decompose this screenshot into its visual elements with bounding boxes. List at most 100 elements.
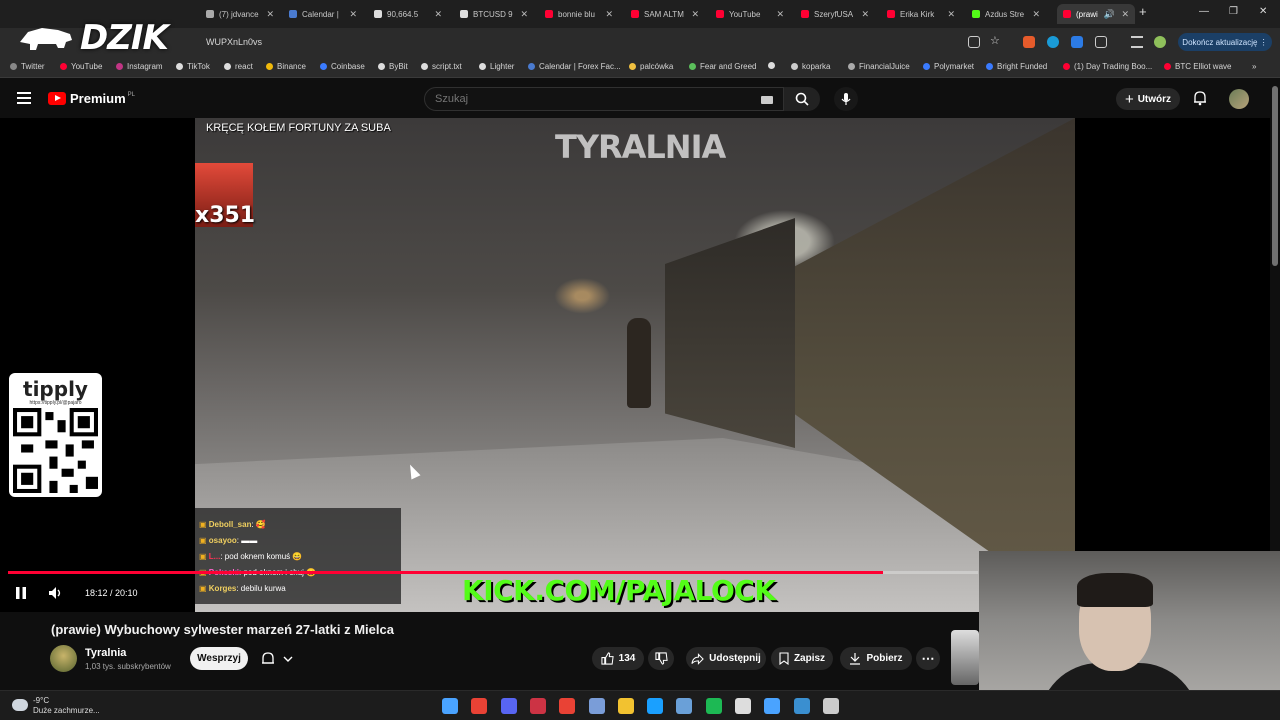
taskbar-app-icon[interactable] — [735, 698, 751, 714]
update-button[interactable]: Dokończ aktualizację ⋮ — [1178, 33, 1272, 51]
like-button[interactable]: 134 — [592, 647, 644, 670]
browser-tab[interactable]: Azdus Stre ✕ — [966, 4, 1046, 24]
windows-start-icon[interactable] — [442, 698, 458, 714]
bookmark-item[interactable]: ByBit — [378, 62, 408, 71]
bookmark-item[interactable]: Calendar | Forex Fac... — [528, 62, 621, 71]
save-button[interactable]: Zapisz — [771, 647, 833, 670]
bookmark-item[interactable]: react — [224, 62, 253, 71]
notifications-bell-icon[interactable] — [1192, 90, 1208, 106]
taskbar-app-icon[interactable] — [471, 698, 488, 714]
install-app-icon[interactable] — [968, 36, 980, 48]
tab-close-icon[interactable]: ✕ — [266, 9, 274, 20]
browser-tab[interactable]: Calendar | ✕ — [283, 4, 363, 24]
bookmarks-more-icon[interactable]: » — [1252, 62, 1256, 71]
browser-tab[interactable]: bonnie blu ✕ — [539, 4, 619, 24]
search-input[interactable] — [435, 93, 755, 105]
tab-close-icon[interactable]: ✕ — [947, 9, 955, 20]
voice-search-button[interactable] — [834, 87, 858, 111]
tab-close-icon[interactable]: ✕ — [1032, 9, 1040, 20]
browser-tab[interactable]: SzeryfUSA ✕ — [795, 4, 875, 24]
progress-bar[interactable] — [8, 571, 978, 574]
browser-tab[interactable]: (7) jdvance ✕ — [200, 4, 280, 24]
media-controls-icon[interactable] — [1131, 36, 1143, 48]
page-scrollbar[interactable] — [1272, 86, 1278, 266]
taskbar-app-icon[interactable] — [822, 698, 839, 714]
taskbar-app-icon[interactable] — [647, 698, 664, 714]
notification-settings-button[interactable] — [258, 648, 302, 669]
bookmark-item[interactable]: Binance — [266, 62, 306, 71]
bookmark-item[interactable]: script.txt — [421, 62, 462, 71]
browser-tab[interactable]: YouTube ✕ — [710, 4, 790, 24]
menu-icon[interactable] — [17, 92, 31, 104]
tab-close-icon[interactable]: ✕ — [605, 9, 613, 20]
bookmark-item[interactable]: YouTube — [60, 62, 102, 71]
bookmark-item[interactable]: BTC Elliot wave — [1164, 62, 1231, 71]
cloud-weather-icon[interactable] — [12, 699, 28, 711]
bookmark-item[interactable]: Bright Funded — [986, 62, 1047, 71]
profile-icon[interactable] — [1154, 36, 1166, 48]
tab-close-icon[interactable]: ✕ — [691, 9, 699, 20]
extension-icon[interactable] — [1047, 36, 1059, 48]
taskbar-app-icon[interactable] — [529, 698, 546, 714]
taskbar-app-icon[interactable] — [500, 698, 517, 714]
browser-tab[interactable]: Erika Kirk ✕ — [881, 4, 961, 24]
bookmark-item[interactable]: Lighter — [479, 62, 514, 71]
taskbar-app-icon[interactable] — [705, 698, 722, 714]
suggested-video-thumbnail[interactable] — [951, 630, 979, 685]
extension-icon[interactable] — [1071, 36, 1083, 48]
taskbar-app-icon[interactable] — [764, 698, 781, 714]
bookmark-item[interactable]: TikTok — [176, 62, 210, 71]
browser-tab[interactable]: SAM ALTM ✕ — [625, 4, 705, 24]
create-button[interactable]: + Utwórz — [1116, 88, 1180, 110]
bookmark-item[interactable]: palcówka — [629, 62, 673, 71]
taskbar-app-icon[interactable] — [588, 698, 605, 714]
taskbar-app-icon[interactable] — [617, 698, 634, 714]
taskbar-app-icon[interactable] — [793, 698, 810, 714]
user-avatar[interactable] — [1229, 89, 1249, 109]
speaker-icon[interactable]: 🔊 — [1104, 9, 1115, 20]
tab-close-icon[interactable]: ✕ — [861, 9, 869, 20]
bookmark-item[interactable]: Coinbase — [320, 62, 365, 71]
bookmark-item[interactable] — [768, 62, 779, 69]
tab-close-icon[interactable]: ✕ — [349, 9, 357, 20]
download-button[interactable]: Pobierz — [840, 647, 912, 670]
search-button[interactable] — [784, 87, 820, 111]
share-button[interactable]: Udostępnij — [686, 647, 766, 670]
tab-close-icon[interactable]: ✕ — [776, 9, 784, 20]
video-player[interactable]: x351 KRĘCĘ KOŁEM FORTUNY ZA SUBA TYRALNI… — [0, 118, 1270, 612]
dislike-button[interactable] — [648, 647, 674, 670]
restore-button[interactable]: ❐ — [1229, 6, 1238, 17]
extension-metamask-icon[interactable] — [1023, 36, 1035, 48]
bookmark-item[interactable]: Polymarket — [923, 62, 974, 71]
youtube-logo[interactable]: Premium PL — [48, 91, 135, 106]
bookmark-star-icon[interactable]: ☆ — [990, 34, 1002, 47]
browser-tab[interactable]: BTCUSD 9 ✕ — [454, 4, 534, 24]
taskbar-app-icon[interactable] — [559, 698, 576, 714]
bookmark-item[interactable]: Fear and Greed — [689, 62, 756, 71]
browser-tab[interactable]: 90,664.5 ✕ — [368, 4, 448, 24]
new-tab-button[interactable]: + — [1139, 4, 1147, 19]
minimize-button[interactable]: — — [1199, 6, 1209, 17]
weather-description[interactable]: Duże zachmurze... — [33, 706, 100, 715]
tab-close-icon[interactable]: ✕ — [434, 9, 442, 20]
support-button[interactable]: Wesprzyj — [190, 647, 248, 670]
more-actions-icon[interactable]: ⋯ — [916, 647, 940, 670]
bookmark-item[interactable]: Instagram — [116, 62, 163, 71]
url-text[interactable]: WUPXnLn0vs — [206, 37, 262, 47]
tab-close-icon[interactable]: ✕ — [520, 9, 528, 20]
bookmark-item[interactable]: Twitter — [10, 62, 45, 71]
extensions-puzzle-icon[interactable] — [1095, 36, 1107, 48]
channel-avatar[interactable] — [50, 645, 77, 672]
keyboard-icon[interactable] — [761, 96, 773, 104]
tab-close-icon[interactable]: ✕ — [1121, 9, 1129, 20]
weather-temperature[interactable]: -9°C — [33, 696, 49, 705]
volume-icon[interactable] — [47, 585, 63, 601]
bookmark-item[interactable]: koparka — [791, 62, 830, 71]
pause-icon[interactable] — [13, 585, 29, 601]
channel-name[interactable]: Tyralnia — [85, 647, 126, 659]
bookmark-item[interactable]: (1) Day Trading Boo... — [1063, 62, 1152, 71]
close-window-button[interactable]: ✕ — [1259, 6, 1267, 17]
taskbar-app-icon[interactable] — [676, 698, 693, 714]
bookmark-item[interactable]: FinancialJuice — [848, 62, 910, 71]
tab-active[interactable]: (prawi 🔊 ✕ — [1057, 4, 1135, 24]
